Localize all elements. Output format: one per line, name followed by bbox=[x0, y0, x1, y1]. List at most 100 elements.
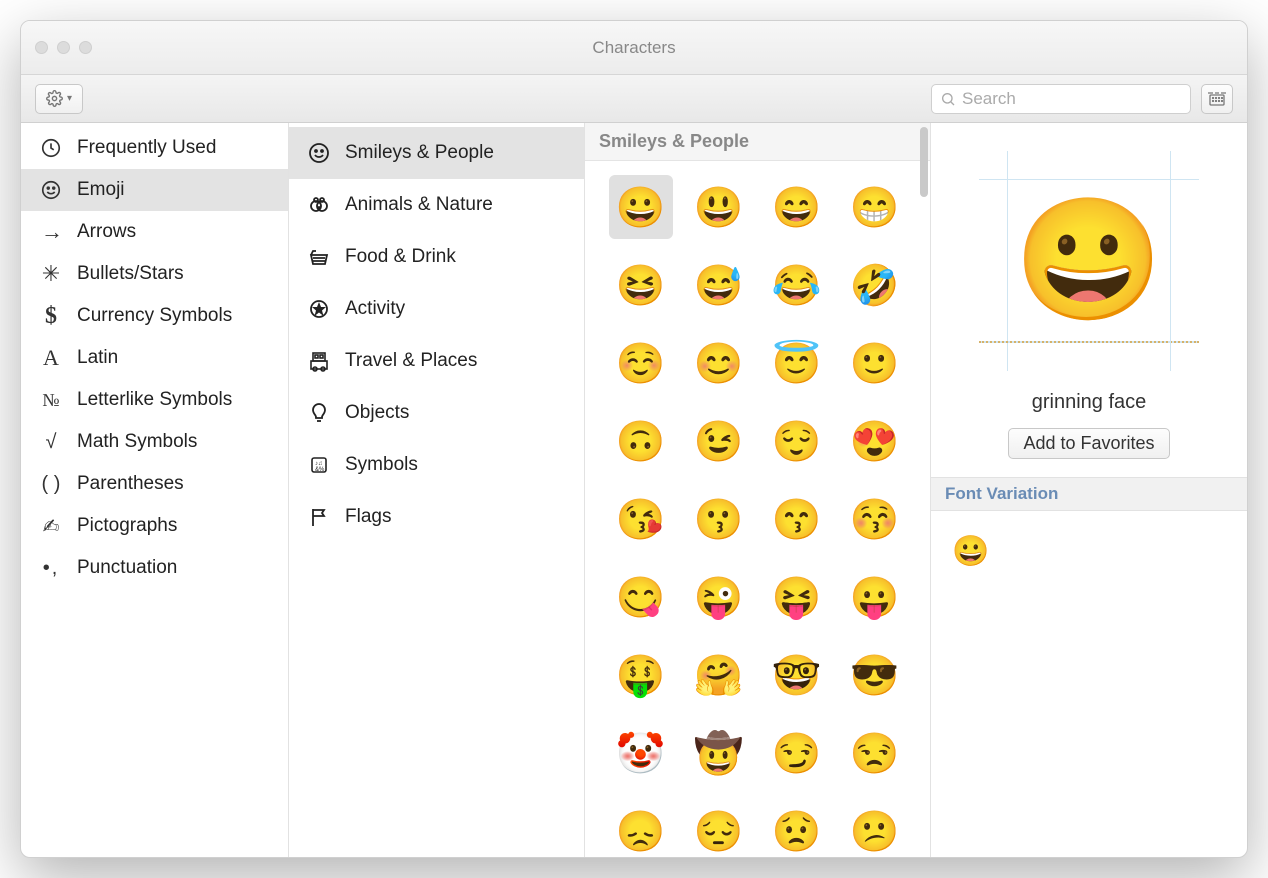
category-item-arrows[interactable]: → Arrows bbox=[21, 211, 288, 253]
category-label: Currency Symbols bbox=[77, 305, 232, 327]
category-label: Math Symbols bbox=[77, 431, 197, 453]
emoji-cell[interactable]: 😛 bbox=[843, 565, 907, 629]
font-variation-item[interactable]: 😀 bbox=[949, 529, 993, 573]
close-dot[interactable] bbox=[35, 41, 48, 54]
category-item-punctuation[interactable]: •, Punctuation bbox=[21, 547, 288, 589]
arrow-icon: → bbox=[39, 220, 63, 244]
detail-pane: 😀 grinning face Add to Favorites Font Va… bbox=[931, 123, 1247, 857]
category-sidebar: Frequently Used Emoji → Arrows ✳︎Bullets/Sta… bbox=[21, 123, 289, 857]
category-label: Parentheses bbox=[77, 473, 184, 495]
emoji-cell[interactable]: 🤠 bbox=[687, 721, 751, 785]
settings-menu-button[interactable]: ▾ bbox=[35, 84, 83, 114]
emoji-cell[interactable]: 😔 bbox=[687, 799, 751, 857]
emoji-cell[interactable]: 😁 bbox=[843, 175, 907, 239]
dollar-icon: $ bbox=[39, 304, 63, 328]
clock-icon bbox=[39, 136, 63, 160]
subcategory-label: Food & Drink bbox=[345, 246, 456, 268]
emoji-cell[interactable]: 😜 bbox=[687, 565, 751, 629]
punct-icon: •, bbox=[39, 556, 63, 580]
window-controls bbox=[35, 41, 92, 54]
subcategory-icon: ♪♫&% bbox=[307, 453, 331, 477]
zoom-dot[interactable] bbox=[79, 41, 92, 54]
emoji-cell[interactable]: 😟 bbox=[765, 799, 829, 857]
emoji-cell[interactable]: 😙 bbox=[765, 487, 829, 551]
category-item-bullets-stars[interactable]: ✳︎Bullets/Stars bbox=[21, 253, 288, 295]
category-item-emoji[interactable]: Emoji bbox=[21, 169, 288, 211]
emoji-cell[interactable]: 😉 bbox=[687, 409, 751, 473]
paren-icon: ( ) bbox=[39, 472, 63, 496]
emoji-cell[interactable]: 😊 bbox=[687, 331, 751, 395]
subcategory-item-animals-nature[interactable]: Animals & Nature bbox=[289, 179, 584, 231]
category-label: Emoji bbox=[77, 179, 125, 201]
emoji-cell[interactable]: 😏 bbox=[765, 721, 829, 785]
sqrt-icon: √ bbox=[39, 430, 63, 454]
emoji-cell[interactable]: 😞 bbox=[609, 799, 673, 857]
category-item-math-symbols[interactable]: √ Math Symbols bbox=[21, 421, 288, 463]
category-item-currency-symbols[interactable]: $ Currency Symbols bbox=[21, 295, 288, 337]
category-item-parentheses[interactable]: ( ) Parentheses bbox=[21, 463, 288, 505]
search-field[interactable] bbox=[931, 84, 1191, 114]
emoji-cell[interactable]: 😋 bbox=[609, 565, 673, 629]
letter-a-icon: A bbox=[39, 346, 63, 370]
subcategory-item-flags[interactable]: Flags bbox=[289, 491, 584, 543]
emoji-cell[interactable]: 😅 bbox=[687, 253, 751, 317]
emoji-cell[interactable]: 😕 bbox=[843, 799, 907, 857]
category-item-frequently-used[interactable]: Frequently Used bbox=[21, 127, 288, 169]
emoji-cell[interactable]: 🤑 bbox=[609, 643, 673, 707]
subcategory-item-food-drink[interactable]: Food & Drink bbox=[289, 231, 584, 283]
subcategory-label: Flags bbox=[345, 506, 391, 528]
emoji-cell[interactable]: 😄 bbox=[765, 175, 829, 239]
emoji-cell[interactable]: 🙃 bbox=[609, 409, 673, 473]
emoji-cell[interactable]: 🤗 bbox=[687, 643, 751, 707]
emoji-cell[interactable]: 🤓 bbox=[765, 643, 829, 707]
category-item-pictographs[interactable]: ✍︎Pictographs bbox=[21, 505, 288, 547]
category-label: Latin bbox=[77, 347, 118, 369]
subcategory-icon bbox=[307, 505, 331, 529]
scrollbar-thumb[interactable] bbox=[920, 127, 928, 197]
category-item-letterlike-symbols[interactable]: № Letterlike Symbols bbox=[21, 379, 288, 421]
subcategory-icon bbox=[307, 141, 331, 165]
titlebar: Characters bbox=[21, 21, 1247, 75]
subcategory-item-smileys-people[interactable]: Smileys & People bbox=[289, 127, 584, 179]
emoji-cell[interactable]: 😆 bbox=[609, 253, 673, 317]
emoji-cell[interactable]: 😗 bbox=[687, 487, 751, 551]
toolbar: ▾ bbox=[21, 75, 1247, 123]
category-label: Letterlike Symbols bbox=[77, 389, 232, 411]
emoji-cell[interactable]: 😌 bbox=[765, 409, 829, 473]
subcategory-item-travel-places[interactable]: Travel & Places bbox=[289, 335, 584, 387]
category-label: Punctuation bbox=[77, 557, 177, 579]
star-icon: ✳︎ bbox=[39, 262, 63, 286]
character-viewer-window: Characters ▾ bbox=[20, 20, 1248, 858]
numero-icon: № bbox=[39, 388, 63, 412]
emoji-cell[interactable]: 😍 bbox=[843, 409, 907, 473]
subcategory-icon bbox=[307, 349, 331, 373]
emoji-cell[interactable]: 😃 bbox=[687, 175, 751, 239]
content-area: Frequently Used Emoji → Arrows ✳︎Bullets/Sta… bbox=[21, 123, 1247, 857]
subcategory-item-symbols[interactable]: ♪♫&%Symbols bbox=[289, 439, 584, 491]
chevron-down-icon: ▾ bbox=[67, 93, 72, 104]
subcategory-item-objects[interactable]: Objects bbox=[289, 387, 584, 439]
emoji-cell[interactable]: 🤣 bbox=[843, 253, 907, 317]
subcategory-label: Travel & Places bbox=[345, 350, 477, 372]
emoji-cell[interactable]: 😇 bbox=[765, 331, 829, 395]
emoji-cell[interactable]: 🙂 bbox=[843, 331, 907, 395]
emoji-cell[interactable]: ☺️ bbox=[609, 331, 673, 395]
emoji-cell[interactable]: 😎 bbox=[843, 643, 907, 707]
minimize-dot[interactable] bbox=[57, 41, 70, 54]
category-label: Arrows bbox=[77, 221, 136, 243]
font-variation-header: Font Variation bbox=[931, 477, 1247, 511]
emoji-cell[interactable]: 🤡 bbox=[609, 721, 673, 785]
emoji-cell[interactable]: 😝 bbox=[765, 565, 829, 629]
collapse-button[interactable] bbox=[1201, 84, 1233, 114]
category-item-latin[interactable]: A Latin bbox=[21, 337, 288, 379]
search-input[interactable] bbox=[962, 89, 1183, 109]
window-title: Characters bbox=[21, 38, 1247, 58]
subcategory-item-activity[interactable]: Activity bbox=[289, 283, 584, 335]
emoji-cell[interactable]: 😒 bbox=[843, 721, 907, 785]
add-favorites-button[interactable]: Add to Favorites bbox=[1008, 428, 1169, 459]
emoji-cell[interactable]: 😘 bbox=[609, 487, 673, 551]
emoji-cell[interactable]: 😚 bbox=[843, 487, 907, 551]
character-grid-pane: Smileys & People 😀😃😄😁😆😅😂🤣☺️😊😇🙂🙃😉😌😍😘😗😙😚😋😜… bbox=[585, 123, 931, 857]
emoji-cell[interactable]: 😀 bbox=[609, 175, 673, 239]
emoji-cell[interactable]: 😂 bbox=[765, 253, 829, 317]
